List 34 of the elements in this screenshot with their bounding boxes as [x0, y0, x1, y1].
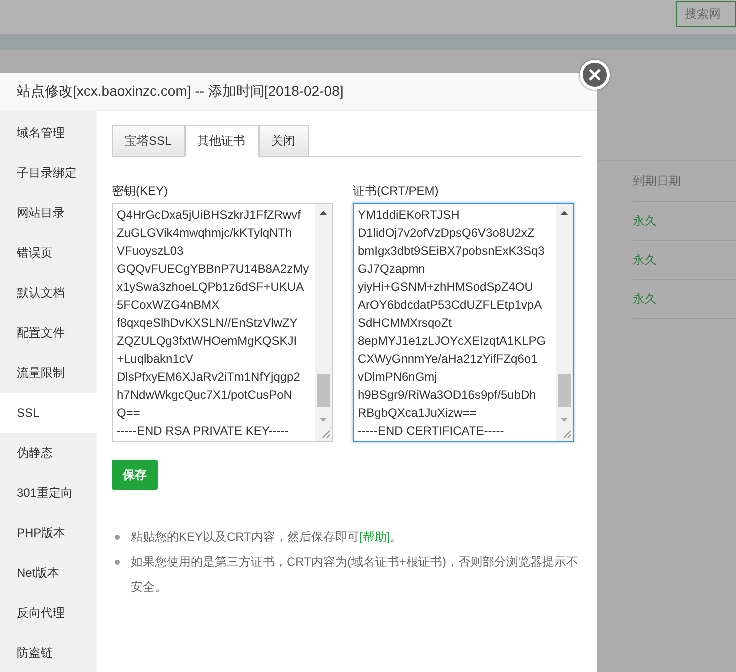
- close-icon: [588, 68, 602, 82]
- note-text: 如果您使用的是第三方证书，CRT内容为(域名证书+根证书)，否则部分浏览器提示不安全。: [131, 554, 580, 596]
- sidebar-item[interactable]: 防盗链: [0, 633, 97, 672]
- field-label: 密钥(KEY): [112, 183, 170, 200]
- tab[interactable]: 宝塔SSL: [112, 125, 185, 156]
- sidebar-item[interactable]: 301重定向: [0, 473, 97, 513]
- sidebar-item[interactable]: 子目录绑定: [0, 153, 97, 193]
- sidebar-item[interactable]: 流量限制: [0, 353, 97, 393]
- scrollbar[interactable]: [315, 204, 332, 441]
- sidebar-item[interactable]: PHP版本: [0, 513, 97, 553]
- table-cell: 永久: [633, 252, 657, 268]
- sidebar-item[interactable]: 网站目录: [0, 193, 97, 233]
- sidebar-item[interactable]: 域名管理: [0, 113, 97, 153]
- column-header: 到期日期: [633, 172, 681, 190]
- field-label: 证书(CRT/PEM): [353, 183, 440, 200]
- sidebar-item[interactable]: 默认文档: [0, 273, 97, 313]
- dialog-title: 站点修改[xcx.baoxinzc.com] -- 添加时间[2018-02-08]: [17, 82, 344, 100]
- sidebar-item[interactable]: 反向代理: [0, 593, 97, 633]
- sidebar-item[interactable]: SSL: [0, 393, 97, 433]
- sidebar-item[interactable]: Net版本: [0, 553, 97, 593]
- scrollbar[interactable]: [556, 204, 573, 441]
- tab[interactable]: 其他证书: [184, 125, 259, 157]
- sidebar-item[interactable]: 配置文件: [0, 313, 97, 353]
- sidebar-item[interactable]: 错误页: [0, 233, 97, 273]
- search-field[interactable]: 搜索网: [676, 1, 736, 27]
- note-text: 粘贴您的KEY以及CRT内容，然后保存即可[帮助]。: [131, 529, 402, 546]
- table-cell: 永久: [633, 290, 657, 308]
- table-cell: 永久: [633, 212, 657, 230]
- bullet-icon: [115, 535, 120, 540]
- text-area[interactable]: Q4HrGcDxa5jUiBHSzkrJ1FfZRwvf ZuGLGVik4mwqhmjc/kKTylqNTh VFuoyszL03 GQQvFUECgYBBnP7U14B8A2zMy x1ySwa3zhoeLQPb1z6dSF+UKUA 5FCoxWZG4nBMX f8qxqeSlhDvKXSLN//EnStzVlwZY ZQZULQg3fxtWHOemMgKQSKJI +Luqlbakn1cV DlsPfxyEM6XJaRv2iTm1NfYjqgp2 h7NdwWkgcQuc7X1/potCusPoN Q== -----END RSA PRIVATE KEY-----: [112, 203, 333, 442]
- sidebar-item[interactable]: 伪静态: [0, 433, 97, 473]
- text-area[interactable]: YM1ddiEKoRTJSH D1lidOj7v2ofVzDpsQ6V3o8U2xZ bmIgx3dbt9SEiBX7pobsnExK3Sq3 GJ7Qzapmn yiyHi+GSNM+zhHMSodSpZ4OU ArOY6bdcdatP53CdUZFLEtp1vpA SdHCMMXrsqoZt 8epMYJ1e1zLJOYcXEIzqtA1KLPG CXWyGnnmYe/aHa21zYifFZq6o1 vDlmPN6nGmj h9BSgr9/RiWa3OD16s9pf/5ubDh RBgbQXca1JuXizw== -----END CERTIFICATE-----: [353, 203, 574, 442]
- bullet-icon: [115, 560, 120, 565]
- tab[interactable]: 关闭: [258, 125, 309, 156]
